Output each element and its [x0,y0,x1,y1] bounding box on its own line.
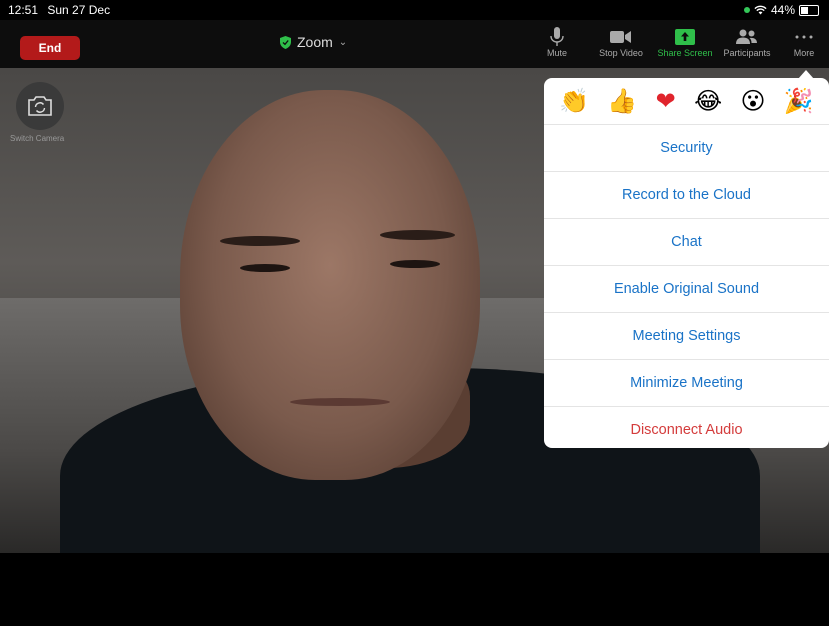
share-screen-label: Share Screen [657,48,713,58]
menu-item-record-to-cloud[interactable]: Record to the Cloud [544,172,829,219]
more-dots-icon [795,35,813,39]
zoom-meeting-screen: 12:51 Sun 27 Dec 44% End Zoom ⌄ Mute Sto… [0,0,829,626]
clap-reaction-icon[interactable]: 👏 [559,89,589,113]
video-left-brow [220,236,300,246]
menu-item-minimize-meeting[interactable]: Minimize Meeting [544,360,829,407]
more-label: More [793,48,815,58]
participants-label: Participants [723,48,771,58]
menu-item-enable-original-sound[interactable]: Enable Original Sound [544,266,829,313]
video-right-eye [390,260,440,268]
party-reaction-icon[interactable]: 🎉 [784,89,814,113]
wifi-icon [754,5,767,15]
camera-in-use-indicator [743,7,750,13]
reactions-row: 👏 👍 ❤ 😂 😮 🎉 [544,78,829,125]
menu-item-meeting-settings[interactable]: Meeting Settings [544,313,829,360]
menu-item-security[interactable]: Security [544,125,829,172]
participants-icon [736,29,757,44]
video-mouth [290,398,390,406]
bottom-bar [0,553,829,626]
laughing-reaction-icon[interactable]: 😂 [694,89,722,113]
video-left-eye [240,264,290,272]
surprised-reaction-icon[interactable]: 😮 [740,89,765,113]
heart-reaction-icon[interactable]: ❤ [656,89,676,113]
more-button[interactable]: More [772,26,829,58]
status-bar: 12:51 Sun 27 Dec 44% [0,0,829,20]
shield-icon [280,35,291,49]
end-meeting-button[interactable]: End [20,36,80,60]
stop-video-label: Stop Video [599,48,643,58]
participants-button[interactable]: Participants [715,26,779,58]
status-time: 12:51 [8,3,39,17]
battery-percent: 44% [770,3,795,17]
chevron-down-icon: ⌄ [338,36,348,48]
mute-button[interactable]: Mute [525,26,589,58]
video-camera-icon [610,31,631,43]
switch-camera-button[interactable] [16,82,64,130]
mute-label: Mute [546,48,567,58]
more-menu: 👏 👍 ❤ 😂 😮 🎉 Security Record to the Cloud… [544,78,829,448]
video-right-brow [380,230,455,240]
switch-camera-label: Switch Camera [10,134,65,143]
status-time-date: 12:51 Sun 27 Dec [8,3,110,17]
switch-camera-icon [28,96,52,116]
share-screen-icon [675,29,695,45]
menu-item-disconnect-audio[interactable]: Disconnect Audio [544,407,829,448]
menu-item-chat[interactable]: Chat [544,219,829,266]
thumbs-up-reaction-icon[interactable]: 👍 [607,89,637,113]
meeting-title: Zoom [297,34,333,50]
share-screen-button[interactable]: Share Screen [653,26,717,58]
status-date: Sun 27 Dec [47,3,111,17]
microphone-icon [550,27,564,46]
video-head [180,90,480,480]
stop-video-button[interactable]: Stop Video [589,26,653,58]
meeting-toolbar: End Zoom ⌄ Mute Stop Video Share Screen … [0,20,829,68]
battery-icon [799,4,819,16]
meeting-title-button[interactable]: Zoom ⌄ [280,34,347,50]
status-indicators: 44% [743,3,819,17]
